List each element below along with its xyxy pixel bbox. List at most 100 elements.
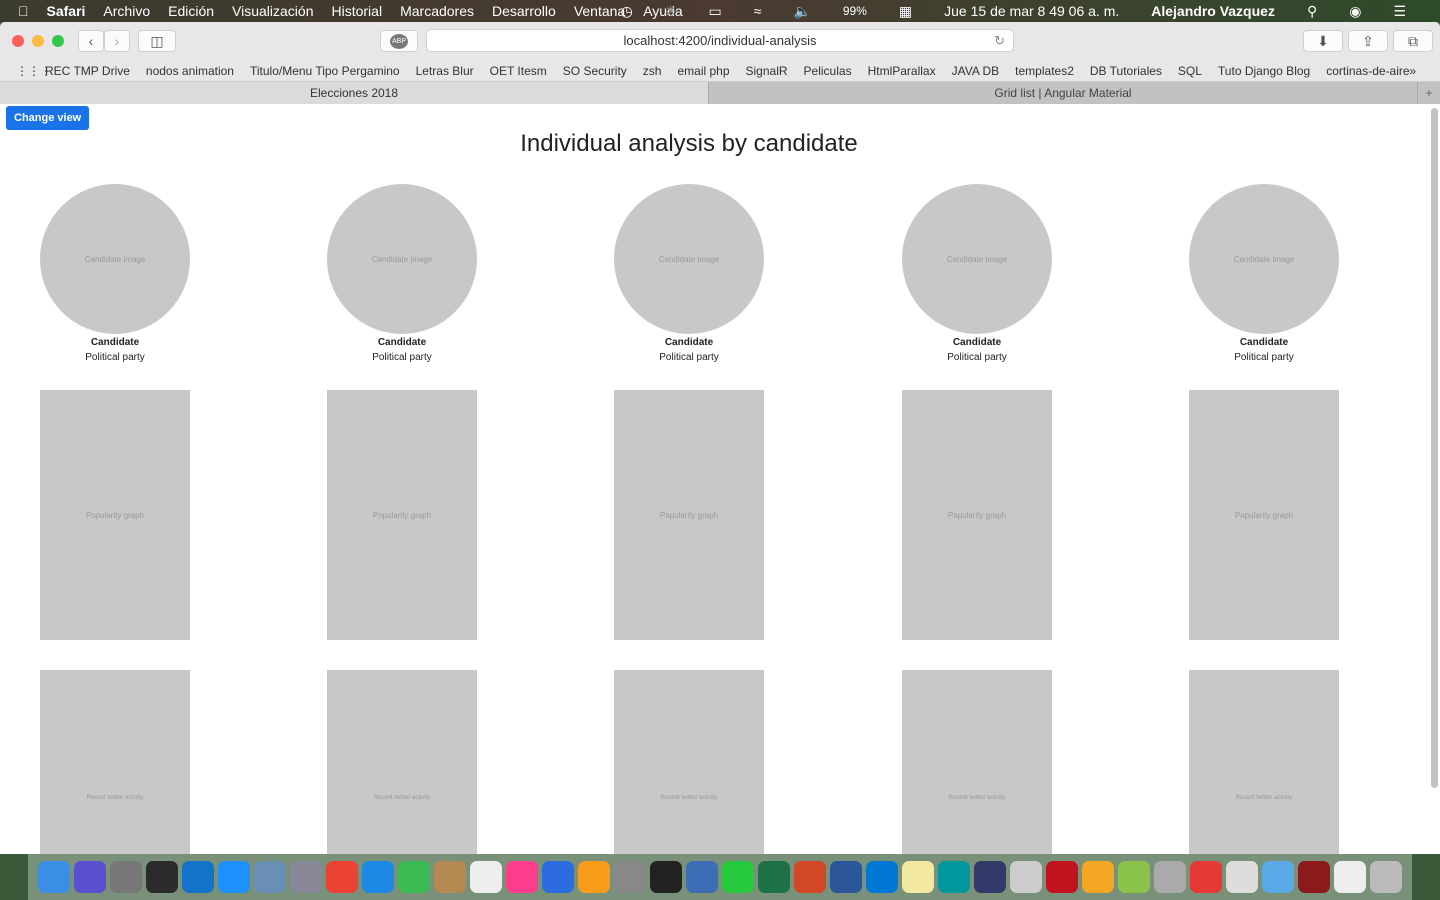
bookmark[interactable]: templates2 — [1015, 64, 1074, 78]
dock-app-icon[interactable] — [1226, 861, 1258, 893]
bookmark[interactable]: SO Security — [563, 64, 627, 78]
dock-app-icon[interactable] — [362, 861, 394, 893]
dock-app-icon[interactable] — [218, 861, 250, 893]
volume-icon[interactable]: 🔈 — [793, 3, 810, 20]
scrollbar[interactable] — [1431, 108, 1438, 788]
bookmark[interactable]: Tuto Django Blog — [1218, 64, 1310, 78]
bookmark[interactable]: Titulo/Menu Tipo Pergamino — [250, 64, 400, 78]
bookmark[interactable]: REC TMP Drive — [45, 64, 130, 78]
candidate-name: Candidate — [377, 337, 427, 348]
dock-app-icon[interactable] — [794, 861, 826, 893]
new-tab-button[interactable]: + — [1418, 82, 1440, 104]
bookmark[interactable]: SQL — [1178, 64, 1202, 78]
minimize-window-button[interactable] — [32, 35, 44, 47]
dock-app-icon[interactable] — [1154, 861, 1186, 893]
dock-app-icon[interactable] — [74, 861, 106, 893]
dock-app-icon[interactable] — [1118, 861, 1150, 893]
dock-app-icon[interactable] — [38, 861, 70, 893]
dock-app-icon[interactable] — [398, 861, 430, 893]
bookmark[interactable]: Peliculas — [804, 64, 852, 78]
time-machine-icon[interactable]: ◷ — [621, 3, 633, 20]
address-bar[interactable]: localhost:4200/individual-analysis ↻ — [426, 29, 1014, 52]
more-bookmarks-icon[interactable]: » — [1409, 64, 1416, 78]
bookmark[interactable]: zsh — [643, 64, 662, 78]
dock-app-icon[interactable] — [1010, 861, 1042, 893]
dock-app-icon[interactable] — [146, 861, 178, 893]
dock-app-icon[interactable] — [470, 861, 502, 893]
dock-app-icon[interactable] — [974, 861, 1006, 893]
spotlight-icon[interactable]: ⚲ — [1307, 3, 1317, 20]
menu-archivo[interactable]: Archivo — [103, 3, 150, 19]
forward-button[interactable]: › — [104, 30, 130, 52]
menu-marcadores[interactable]: Marcadores — [400, 3, 474, 19]
clock[interactable]: Jue 15 de mar 8 49 06 a. m. — [944, 3, 1119, 19]
bookmark[interactable]: HtmlParallax — [868, 64, 936, 78]
dock-app-icon[interactable] — [506, 861, 538, 893]
dock-app-icon[interactable] — [542, 861, 574, 893]
dock-app-icon[interactable] — [290, 861, 322, 893]
share-button[interactable]: ⇪ — [1348, 30, 1388, 52]
battery-status[interactable]: 99% — [843, 4, 867, 18]
bookmark[interactable]: nodos animation — [146, 64, 234, 78]
adblock-button[interactable]: ABP — [380, 30, 418, 52]
dock-app-icon[interactable] — [938, 861, 970, 893]
keyboard-flag-icon[interactable]: ▦ — [899, 3, 912, 20]
candidate-party: Political party — [1234, 352, 1294, 363]
siri-icon[interactable]: ◉ — [1349, 3, 1361, 20]
dock-app-icon[interactable] — [578, 861, 610, 893]
dock-app-icon[interactable] — [650, 861, 682, 893]
dock-app-icon[interactable] — [1370, 861, 1402, 893]
menu-visualizacion[interactable]: Visualización — [232, 3, 313, 19]
bluetooth-icon[interactable]: ※ — [665, 3, 677, 20]
bookmark[interactable]: DB Tutoriales — [1090, 64, 1162, 78]
menu-edicion[interactable]: Edición — [168, 3, 214, 19]
tab-grid-list[interactable]: Grid list | Angular Material — [709, 82, 1418, 104]
grid-icon[interactable]: ⋮⋮⋮ — [16, 64, 52, 78]
wifi-icon[interactable]: ≈ — [754, 3, 762, 19]
popularity-graph: Popularity graph — [40, 390, 190, 640]
bookmark[interactable]: Letras Blur — [416, 64, 474, 78]
bookmark[interactable]: JAVA DB — [952, 64, 1000, 78]
menu-historial[interactable]: Historial — [332, 3, 383, 19]
dock-app-icon[interactable] — [1082, 861, 1114, 893]
tab-elecciones[interactable]: Elecciones 2018 — [0, 82, 709, 104]
bookmark[interactable]: email php — [677, 64, 729, 78]
dock-app-icon[interactable] — [614, 861, 646, 893]
dock-app-icon[interactable] — [1046, 861, 1078, 893]
notification-center-icon[interactable]: ☰ — [1393, 3, 1406, 20]
dock-app-icon[interactable] — [110, 861, 142, 893]
airplay-icon[interactable]: ▭ — [709, 3, 722, 20]
dock-app-icon[interactable] — [326, 861, 358, 893]
change-view-button[interactable]: Change view — [6, 106, 90, 130]
user-name[interactable]: Alejandro Vazquez — [1151, 3, 1275, 19]
reload-icon[interactable]: ↻ — [994, 33, 1005, 49]
dock-app-icon[interactable] — [1334, 861, 1366, 893]
zoom-window-button[interactable] — [52, 35, 64, 47]
dock-app-icon[interactable] — [830, 861, 862, 893]
close-window-button[interactable] — [12, 35, 24, 47]
bookmark[interactable]: cortinas-de-aire — [1326, 64, 1409, 78]
dock-app-icon[interactable] — [1190, 861, 1222, 893]
dock-app-icon[interactable] — [254, 861, 286, 893]
dock-app-icon[interactable] — [902, 861, 934, 893]
dock-app-icon[interactable] — [866, 861, 898, 893]
menu-desarrollo[interactable]: Desarrollo — [492, 3, 556, 19]
dock-app-icon[interactable] — [758, 861, 790, 893]
dock-app-icon[interactable] — [722, 861, 754, 893]
apple-icon[interactable]:  — [18, 3, 29, 19]
tabs-overview-button[interactable]: ⧉ — [1393, 30, 1433, 52]
bookmark[interactable]: OET Itesm — [490, 64, 547, 78]
dock-app-icon[interactable] — [1298, 861, 1330, 893]
candidate-image: Candidate image — [614, 184, 764, 334]
dock-app-icon[interactable] — [434, 861, 466, 893]
dock-app-icon[interactable] — [182, 861, 214, 893]
dock-app-icon[interactable] — [686, 861, 718, 893]
bookmark[interactable]: SignalR — [746, 64, 788, 78]
menu-ventana[interactable]: Ventana — [574, 3, 625, 19]
downloads-button[interactable]: ⬇ — [1303, 30, 1343, 52]
menu-app[interactable]: Safari — [47, 3, 86, 19]
dock-app-icon[interactable] — [1262, 861, 1294, 893]
sidebar-toggle-button[interactable]: ◫ — [138, 30, 176, 52]
back-button[interactable]: ‹ — [78, 30, 104, 52]
url-text: localhost:4200/individual-analysis — [623, 33, 817, 48]
